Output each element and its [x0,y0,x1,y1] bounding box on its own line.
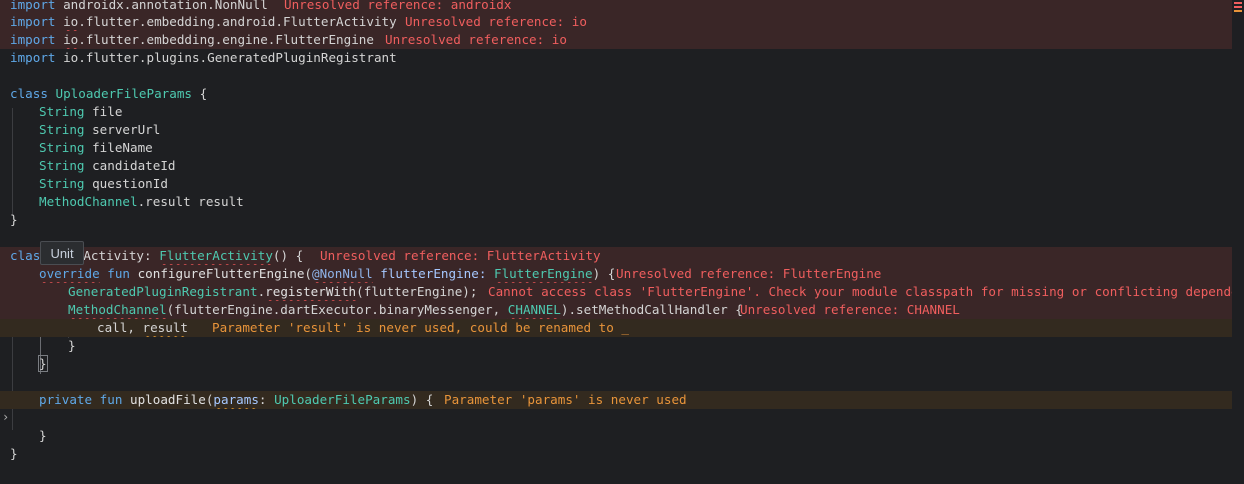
code-line[interactable]: override fun configureFlutterEngine(@Non… [0,265,1232,283]
import-path: .annotation.NonNull [123,0,268,12]
type-name: String [39,140,85,155]
code-line[interactable]: MethodChannel(flutterEngine.dartExecutor… [0,301,1232,319]
unresolved-identifier: io [63,14,79,29]
field-name: serverUrl [84,122,161,137]
error-marker[interactable] [1234,2,1242,4]
warning-message: Parameter 'result' is never used, could … [212,320,630,335]
keyword: import [10,0,64,12]
function-name: configureFlutterEngine [137,266,305,281]
code-line[interactable]: private fun uploadFile(params: UploaderF… [0,391,1232,409]
colon: : [258,392,275,407]
unresolved-identifier: CHANNEL [507,302,561,317]
lambda-param: call, [97,320,143,335]
field-name: file [84,104,123,119]
keyword: override [39,266,100,281]
parameter: flutterEngine: [372,266,494,281]
code-line[interactable]: clas Activity: FlutterActivity() { Unreso… [0,247,1232,265]
error-message: Unresolved reference: io [405,14,587,29]
unresolved-identifier: androidx [63,0,124,12]
type-name: String [39,158,85,173]
class-name: MethodChannel [68,302,167,317]
field-name: questionId [84,176,168,191]
type-name: String [39,122,85,137]
brace: ) { [592,266,616,281]
keyword: class [10,86,56,101]
brace: } [39,428,47,443]
type-name: MethodChannel [39,194,138,209]
field-name: fileName [84,140,153,155]
code-line[interactable]: } [0,211,1232,229]
unused-parameter: params [213,392,259,407]
code-line[interactable]: String candidateId [0,157,1232,175]
function-name: registerWith [265,284,357,299]
unresolved-identifier: FlutterActivity [159,248,273,263]
class-name: GeneratedPluginRegistrant [68,284,258,299]
code-line[interactable]: } [0,445,1232,463]
code-line[interactable]: String questionId [0,175,1232,193]
brace: } [68,338,76,353]
error-message: Unresolved reference: FlutterEngine [616,266,882,281]
type-tooltip: Unit [40,241,84,265]
code-editor[interactable]: import androidx.annotation.NonNull Unres… [0,0,1232,484]
method-call: ).setMethodCallHandler { [560,302,743,317]
brace: { [191,86,208,101]
code-line[interactable]: GeneratedPluginRegistrant.registerWith(f… [0,283,1232,301]
code-line[interactable]: } [0,427,1232,445]
code-line[interactable]: String fileName [0,139,1232,157]
error-message: Unresolved reference: FlutterActivity [320,248,601,263]
error-marker[interactable] [1234,6,1242,8]
keyword: clas [10,248,41,263]
type-name: String [39,176,85,191]
brace: } [10,212,18,227]
keyword: import [10,50,64,65]
type-name: String [39,104,85,119]
type-name: UploaderFileParams [274,392,411,407]
error-stripe[interactable] [1232,0,1244,484]
code-line[interactable]: MethodChannel.result result [0,193,1232,211]
code-line[interactable]: import androidx.annotation.NonNull Unres… [0,0,1232,14]
matched-brace: } [38,355,48,372]
error-marker[interactable] [1234,10,1242,12]
brace: () { [272,248,304,263]
import-path: .flutter.embedding.android.FlutterActivi… [78,14,397,29]
error-message: Cannot access class 'FlutterEngine'. Che… [488,284,1232,299]
keyword: import [10,32,64,47]
code-line[interactable]: import io.flutter.plugins.GeneratedPlugi… [0,49,1232,67]
code-line[interactable]: } [0,337,1232,355]
arguments: (flutterEngine.dartExecutor.binaryMessen… [166,302,508,317]
function-name: uploadFile [130,392,206,407]
chevron-right-icon[interactable]: › [2,410,10,424]
paren: ( [304,266,312,281]
field-name: candidateId [84,158,176,173]
code-line[interactable]: } [0,355,1232,373]
error-message: Unresolved reference: CHANNEL [740,302,960,317]
code-line[interactable]: String file [0,103,1232,121]
keyword: import [10,14,64,29]
brace: ) { [410,392,434,407]
keyword: private fun [39,392,130,407]
code-line[interactable]: call, result Parameter 'result' is never… [0,319,1232,337]
brace: } [10,446,18,461]
error-message: Unresolved reference: io [385,32,567,47]
annotation: @NonNull [312,266,373,281]
unused-parameter: result [142,320,189,335]
unresolved-identifier: FlutterEngine [494,266,593,281]
code-line[interactable]: class UploaderFileParams { [0,85,1232,103]
import-path: io.flutter.plugins.GeneratedPluginRegist… [63,50,397,65]
code-line[interactable]: import io.flutter.embedding.android.Flut… [0,13,1232,31]
error-message: Unresolved reference: androidx [284,0,512,12]
unresolved-identifier: io [63,32,79,47]
keyword: fun [99,266,138,281]
colon: : [144,248,160,263]
arguments: (flutterEngine); [356,284,478,299]
class-name: Activity [83,248,145,263]
code-line[interactable]: import io.flutter.embedding.engine.Flutt… [0,31,1232,49]
import-path: .flutter.embedding.engine.FlutterEngine [78,32,374,47]
code-line[interactable]: String serverUrl [0,121,1232,139]
class-name: UploaderFileParams [55,86,192,101]
field-name: .result result [137,194,244,209]
warning-message: Parameter 'params' is never used [444,392,687,407]
